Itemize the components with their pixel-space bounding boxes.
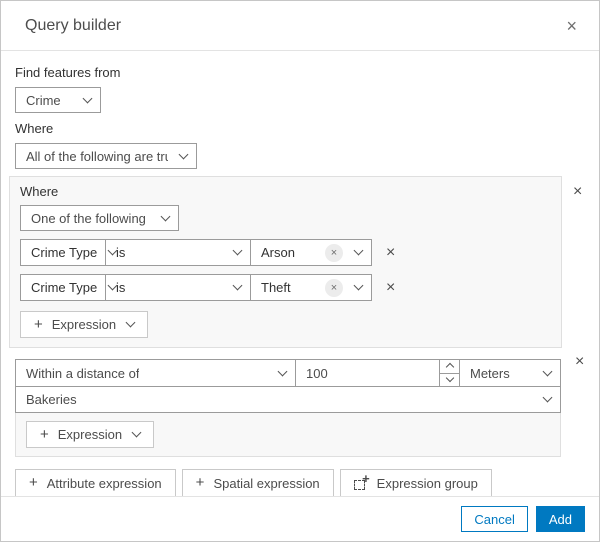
expression-row: Crime Type is Arson × <box>20 239 372 266</box>
chevron-up-icon <box>445 363 454 372</box>
match-mode-select[interactable]: All of the following are true <box>15 143 197 169</box>
units-select[interactable]: Meters <box>459 359 561 387</box>
plus-icon: + <box>34 315 43 333</box>
expression-row-wrap: Crime Type is Theft × × <box>20 274 551 301</box>
expression-group-icon: + <box>353 472 370 490</box>
close-icon[interactable]: × <box>562 17 581 35</box>
chevron-down-icon <box>178 149 189 159</box>
spatial-expression-label: Spatial expression <box>213 475 320 491</box>
spatial-mode-value: Within a distance of <box>26 365 140 381</box>
chevron-down-icon <box>160 211 171 221</box>
source-layer-value: Crime <box>26 92 61 108</box>
chevron-down-icon <box>232 245 243 256</box>
remove-group-icon[interactable]: × <box>571 184 584 200</box>
dialog-footer: Cancel Add <box>1 496 599 541</box>
chevron-down-icon <box>277 366 288 376</box>
stepper-down-button[interactable] <box>440 372 459 386</box>
units-value: Meters <box>470 365 510 381</box>
chevron-down-icon <box>445 374 454 383</box>
match-mode-value: All of the following are true <box>26 148 168 164</box>
expression-group: Where One of the following are tr… Crime… <box>9 176 562 348</box>
add-expression-label: Expression <box>57 427 123 442</box>
remove-expression-icon[interactable]: × <box>384 244 397 261</box>
cancel-button[interactable]: Cancel <box>461 506 528 532</box>
chevron-down-icon <box>82 93 93 103</box>
chevron-down-icon <box>353 280 364 291</box>
value-text: Arson <box>261 245 295 260</box>
group-match-mode-value: One of the following are tr… <box>31 210 150 226</box>
plus-icon: + <box>29 474 38 491</box>
target-layer-select[interactable]: Bakeries <box>15 386 561 413</box>
add-spatial-expression-button[interactable]: + Spatial expression <box>181 469 334 497</box>
distance-input[interactable] <box>296 360 439 386</box>
dialog-header: Query builder × <box>1 1 599 51</box>
group-where-label: Where <box>20 184 59 199</box>
operator-select[interactable]: is <box>105 274 251 301</box>
spatial-expression-group: Within a distance of Meters <box>15 359 561 457</box>
plus-icon: + <box>195 474 205 491</box>
spatial-expression-row: Within a distance of Meters <box>15 348 585 457</box>
expression-group-row: Where One of the following are tr… Crime… <box>9 176 585 348</box>
distance-row: Within a distance of Meters <box>15 359 561 387</box>
operator-value: is <box>116 280 126 295</box>
builder-actions: + Attribute expression + Spatial express… <box>15 469 585 497</box>
add-button[interactable]: Add <box>535 506 585 532</box>
expression-group-label: Expression group <box>376 475 478 491</box>
distance-stepper <box>295 359 460 387</box>
source-layer-select[interactable]: Crime <box>15 87 101 113</box>
field-select[interactable]: Crime Type <box>20 239 118 266</box>
chevron-down-icon <box>542 366 553 376</box>
expression-row-wrap: Crime Type is Arson × × <box>20 239 551 266</box>
group-match-mode-select[interactable]: One of the following are tr… <box>20 205 179 231</box>
add-expression-button[interactable]: + Expression <box>26 421 155 448</box>
chevron-down-icon <box>232 280 243 291</box>
page-title: Query builder <box>25 16 122 34</box>
add-expression-group-button[interactable]: + Expression group <box>339 469 492 497</box>
chevron-down-icon <box>125 317 136 328</box>
chevron-down-icon <box>353 245 364 256</box>
spatial-group-footer: + Expression <box>15 412 561 457</box>
target-layer-row: Bakeries <box>15 386 561 413</box>
remove-value-chip-icon[interactable]: × <box>325 278 343 297</box>
add-expression-label: Expression <box>51 317 117 332</box>
add-expression-button[interactable]: + Expression <box>20 311 149 338</box>
chevron-down-icon <box>131 427 142 438</box>
dialog-body: Find features from Crime Where All of th… <box>1 51 599 497</box>
expression-row: Crime Type is Theft × <box>20 274 372 301</box>
spatial-mode-select[interactable]: Within a distance of <box>15 359 296 387</box>
query-builder-dialog: Query builder × Find features from Crime… <box>0 0 600 542</box>
remove-expression-icon[interactable]: × <box>384 279 397 296</box>
value-select[interactable]: Arson × <box>250 239 372 266</box>
field-value: Crime Type <box>31 245 98 260</box>
where-label: Where <box>15 121 54 136</box>
find-features-from-label: Find features from <box>15 65 121 80</box>
chevron-down-icon <box>542 392 553 403</box>
remove-value-chip-icon[interactable]: × <box>325 243 343 262</box>
operator-value: is <box>116 245 126 260</box>
stepper-buttons <box>439 360 459 386</box>
field-select[interactable]: Crime Type <box>20 274 118 301</box>
target-layer-value: Bakeries <box>26 392 77 407</box>
add-attribute-expression-button[interactable]: + Attribute expression <box>15 469 176 497</box>
value-select[interactable]: Theft × <box>250 274 372 301</box>
value-text: Theft <box>261 280 291 295</box>
plus-icon: + <box>40 425 49 443</box>
operator-select[interactable]: is <box>105 239 251 266</box>
attribute-expression-label: Attribute expression <box>46 475 162 491</box>
stepper-up-button[interactable] <box>440 360 459 373</box>
remove-spatial-group-icon[interactable]: × <box>573 354 586 370</box>
field-value: Crime Type <box>31 280 98 295</box>
